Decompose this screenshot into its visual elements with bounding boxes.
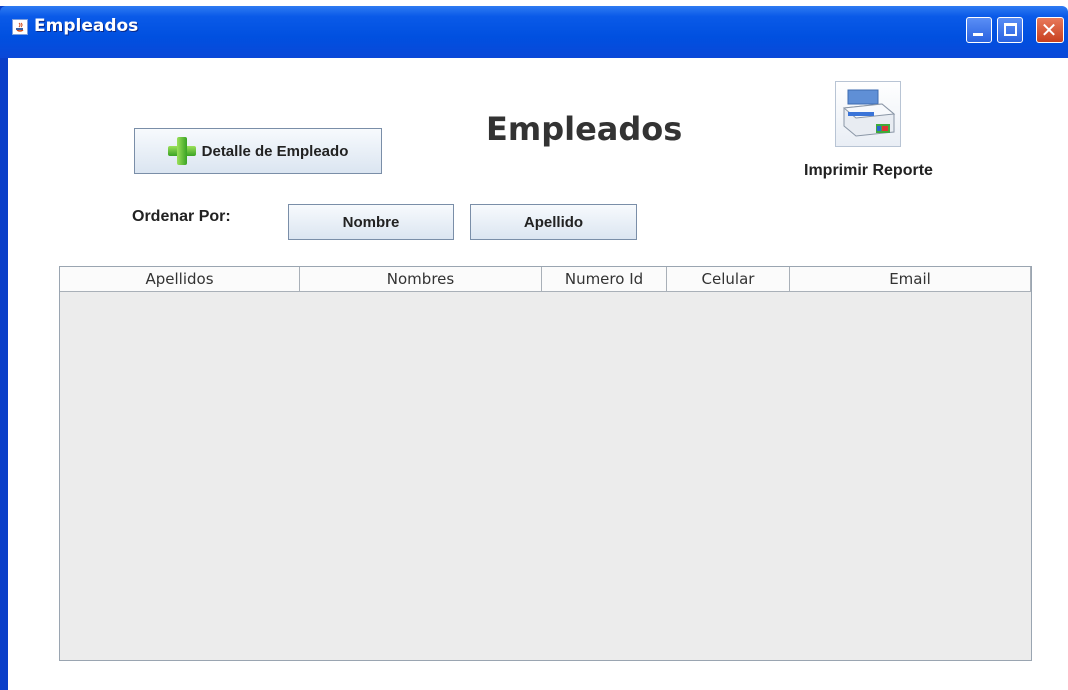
close-icon: ✕	[1040, 18, 1058, 42]
close-button[interactable]: ✕	[1036, 17, 1064, 43]
maximize-button[interactable]	[997, 17, 1023, 43]
column-header-nombres[interactable]: Nombres	[300, 267, 542, 291]
print-report-button[interactable]	[835, 81, 901, 147]
minimize-button[interactable]	[966, 17, 992, 43]
printer-icon	[842, 89, 896, 137]
page-title: Empleados	[486, 110, 683, 148]
content-panel: Detalle de Empleado Empleados Imprimir R…	[8, 58, 1068, 690]
column-header-numero-id[interactable]: Numero Id	[542, 267, 667, 291]
order-by-label: Ordenar Por:	[132, 208, 231, 225]
minimize-icon	[973, 33, 983, 36]
table-header: Apellidos Nombres Numero Id Celular Emai…	[60, 267, 1031, 292]
sort-by-name-button[interactable]: Nombre	[288, 204, 454, 240]
maximize-icon	[1004, 23, 1017, 36]
title-bar[interactable]: Empleados ✕	[0, 6, 1068, 58]
employees-table[interactable]: Apellidos Nombres Numero Id Celular Emai…	[59, 266, 1032, 661]
column-header-celular[interactable]: Celular	[667, 267, 790, 291]
sort-by-lastname-button[interactable]: Apellido	[470, 204, 637, 240]
plus-icon	[167, 137, 196, 165]
employee-detail-button[interactable]: Detalle de Empleado	[134, 128, 382, 174]
window-title: Empleados	[34, 16, 139, 36]
table-body[interactable]	[60, 292, 1031, 661]
column-header-email[interactable]: Email	[790, 267, 1031, 291]
sort-by-lastname-label: Apellido	[523, 213, 584, 231]
print-report-label: Imprimir Reporte	[804, 162, 933, 179]
employee-detail-label: Detalle de Empleado	[201, 142, 349, 160]
sort-by-name-label: Nombre	[342, 213, 400, 231]
java-app-icon	[12, 19, 28, 35]
column-header-apellidos[interactable]: Apellidos	[60, 267, 300, 291]
